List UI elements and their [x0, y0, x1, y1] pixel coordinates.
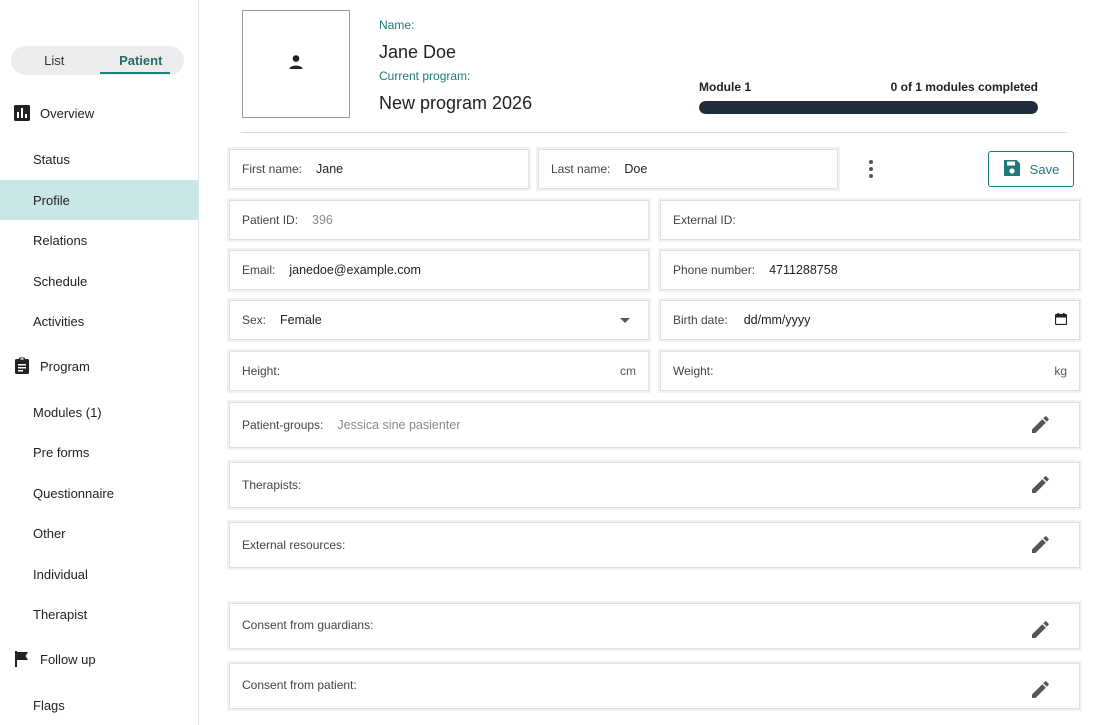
chart-icon [13, 104, 31, 122]
pencil-icon[interactable] [1029, 534, 1051, 556]
modules-completed: 0 of 1 modules completed [890, 80, 1038, 94]
sidebar-item-modules[interactable]: Modules (1) [0, 392, 198, 432]
sex-select[interactable]: Sex: Female [229, 300, 649, 340]
sex-value[interactable]: Female [280, 313, 620, 327]
sidebar-item-pre-forms[interactable]: Pre forms [0, 432, 198, 472]
view-toggle: List Patient [11, 46, 184, 75]
avatar [242, 10, 350, 118]
pencil-icon[interactable] [1029, 619, 1051, 641]
sidebar-item-questionnaire[interactable]: Questionnaire [0, 473, 198, 513]
section-program-label: Program [40, 358, 90, 374]
pencil-icon[interactable] [1029, 679, 1051, 701]
email-field[interactable]: Email: janedoe@example.com [229, 250, 649, 290]
weight-field[interactable]: Weight: kg [660, 351, 1080, 391]
external-id-label: External ID: [673, 213, 736, 227]
patient-groups-label: Patient-groups: [242, 418, 324, 432]
first-name-field[interactable]: First name: Jane [229, 149, 529, 189]
patient-groups-value: Jessica sine pasienter [337, 418, 461, 432]
save-icon [1003, 159, 1021, 180]
sidebar-item-other[interactable]: Other [0, 513, 198, 553]
header-divider [241, 132, 1067, 133]
consent-guardians-label: Consent from guardians: [242, 618, 374, 632]
calendar-icon[interactable] [1054, 312, 1068, 328]
pencil-icon[interactable] [1029, 474, 1051, 496]
sidebar-item-status[interactable]: Status [0, 139, 198, 179]
module-progress: Module 1 0 of 1 modules completed [699, 80, 1038, 114]
patient-name: Jane Doe [379, 42, 457, 62]
clipboard-icon [13, 357, 31, 375]
weight-unit: kg [1054, 364, 1067, 378]
progress-bar-fill [699, 101, 1038, 114]
phone-value[interactable]: 4711288758 [769, 263, 1067, 277]
sidebar-item-relations[interactable]: Relations [0, 220, 198, 260]
toggle-list[interactable]: List [11, 46, 98, 75]
section-overview: Overview [13, 104, 94, 122]
external-resources-row: External resources: [229, 522, 1080, 568]
sidebar-item-flags[interactable]: Flags [0, 685, 198, 725]
patient-id-field[interactable]: Patient ID: 396 [229, 200, 649, 240]
name-label: Name: [379, 18, 415, 32]
therapists-label: Therapists: [242, 478, 302, 492]
section-follow-up: Follow up [13, 650, 96, 668]
section-program: Program [13, 357, 90, 375]
external-id-field[interactable]: External ID: [660, 200, 1080, 240]
external-resources-label: External resources: [242, 538, 346, 552]
person-icon [288, 54, 304, 75]
height-field[interactable]: Height: cm [229, 351, 649, 391]
save-button[interactable]: Save [988, 151, 1074, 187]
more-vert-icon[interactable] [861, 158, 881, 180]
consent-guardians-row: Consent from guardians: [229, 603, 1080, 649]
last-name-field[interactable]: Last name: Doe [538, 149, 838, 189]
birth-date-label: Birth date: [673, 313, 728, 327]
program-name: New program 2026 [379, 93, 533, 113]
first-name-value[interactable]: Jane [316, 162, 516, 176]
flag-icon [13, 650, 31, 668]
email-label: Email: [242, 263, 276, 277]
last-name-label: Last name: [551, 162, 611, 176]
toggle-patient[interactable]: Patient [98, 46, 185, 75]
birth-date-field[interactable]: Birth date: dd/mm/yyyy [660, 300, 1080, 340]
sidebar-item-schedule[interactable]: Schedule [0, 261, 198, 301]
weight-label: Weight: [673, 364, 714, 378]
sidebar-item-activities[interactable]: Activities [0, 301, 198, 341]
phone-field[interactable]: Phone number: 4711288758 [660, 250, 1080, 290]
birth-date-value[interactable]: dd/mm/yyyy [744, 313, 1055, 327]
sidebar-item-individual[interactable]: Individual [0, 554, 198, 594]
sidebar-item-profile[interactable]: Profile [0, 180, 198, 220]
patient-id-label: Patient ID: [242, 213, 299, 227]
last-name-value[interactable]: Doe [624, 162, 825, 176]
pencil-icon[interactable] [1029, 414, 1051, 436]
sidebar-item-therapist[interactable]: Therapist [0, 594, 198, 634]
progress-bar [699, 101, 1038, 114]
height-unit: cm [620, 364, 636, 378]
section-follow-up-label: Follow up [40, 651, 96, 667]
phone-label: Phone number: [673, 263, 756, 277]
dropdown-arrow-icon[interactable] [620, 313, 630, 327]
save-label: Save [1029, 161, 1060, 177]
height-label: Height: [242, 364, 281, 378]
first-name-label: First name: [242, 162, 303, 176]
email-value[interactable]: janedoe@example.com [289, 263, 636, 277]
patient-groups-row: Patient-groups: Jessica sine pasienter [229, 402, 1080, 448]
therapists-row: Therapists: [229, 462, 1080, 508]
section-overview-label: Overview [40, 105, 95, 121]
program-label: Current program: [379, 69, 471, 83]
sex-label: Sex: [242, 313, 267, 327]
patient-id-value: 396 [312, 213, 333, 227]
consent-patient-row: Consent from patient: [229, 663, 1080, 709]
module-label: Module 1 [699, 80, 752, 94]
consent-patient-label: Consent from patient: [242, 678, 357, 692]
sidebar: List Patient Overview Status Profile Rel… [0, 0, 199, 725]
